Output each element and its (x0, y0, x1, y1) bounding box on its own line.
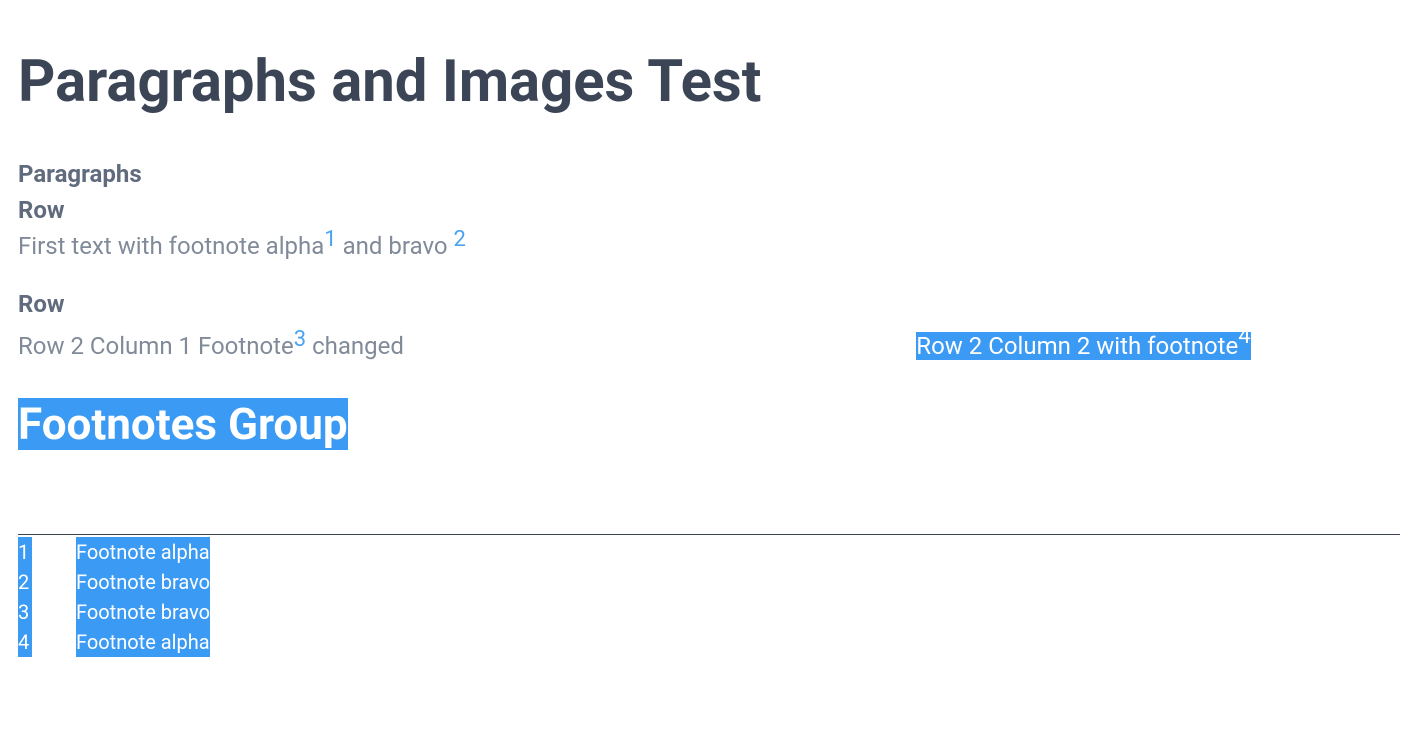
footnote-text: Footnote alpha (76, 627, 210, 657)
footnote-ref-2[interactable]: 2 (454, 227, 466, 252)
footnote-row: 3 Footnote bravo (18, 597, 1400, 627)
footnotes-group-heading-wrap: Footnotes Group (18, 398, 1400, 450)
section-paragraphs-label: Paragraphs (18, 156, 1400, 192)
row-1-text-a: First text with footnote alpha (18, 232, 324, 260)
row-1: First text with footnote alpha1 and brav… (18, 228, 1400, 264)
footnote-num: 3 (18, 597, 32, 627)
footnote-row: 2 Footnote bravo (18, 567, 1400, 597)
footnote-ref-3[interactable]: 3 (294, 327, 306, 352)
row-1-text-b: and bravo (337, 232, 454, 260)
row-2-col-2-text: Row 2 Column 2 with footnote4 (916, 332, 1250, 360)
row-2: Row 2 Column 1 Footnote3 changed Row 2 C… (18, 322, 1400, 364)
footnote-ref-4[interactable]: 4 (1238, 324, 1250, 349)
footnotes-separator (18, 534, 1400, 535)
footnote-row: 1 Footnote alpha (18, 537, 1400, 567)
row-1-col-1: First text with footnote alpha1 and brav… (18, 228, 916, 264)
row-2-col-1-text-a: Row 2 Column 1 Footnote (18, 332, 294, 360)
row-label-1: Row (18, 192, 1400, 228)
footnote-row: 4 Footnote alpha (18, 627, 1400, 657)
footnote-num: 2 (18, 567, 32, 597)
footnote-num: 1 (18, 537, 32, 567)
row-label-2: Row (18, 286, 1400, 322)
row-2-col-2-text-span: Row 2 Column 2 with footnote (916, 332, 1238, 360)
footnote-text: Footnote bravo (76, 597, 210, 627)
row-2-col-1: Row 2 Column 1 Footnote3 changed (18, 328, 916, 364)
footnotes-group-heading: Footnotes Group (18, 398, 348, 450)
footnote-text: Footnote alpha (76, 537, 210, 567)
footnote-list: 1 Footnote alpha 2 Footnote bravo 3 Footnot… (18, 537, 1400, 657)
footnote-ref-1[interactable]: 1 (324, 227, 336, 252)
row-2-col-1-text-b: changed (306, 332, 404, 360)
row-2-col-2: Row 2 Column 2 with footnote4 (916, 322, 1400, 364)
footnote-text: Footnote bravo (76, 567, 210, 597)
footnote-num: 4 (18, 627, 32, 657)
page-title: Paragraphs and Images Test (18, 48, 1400, 116)
